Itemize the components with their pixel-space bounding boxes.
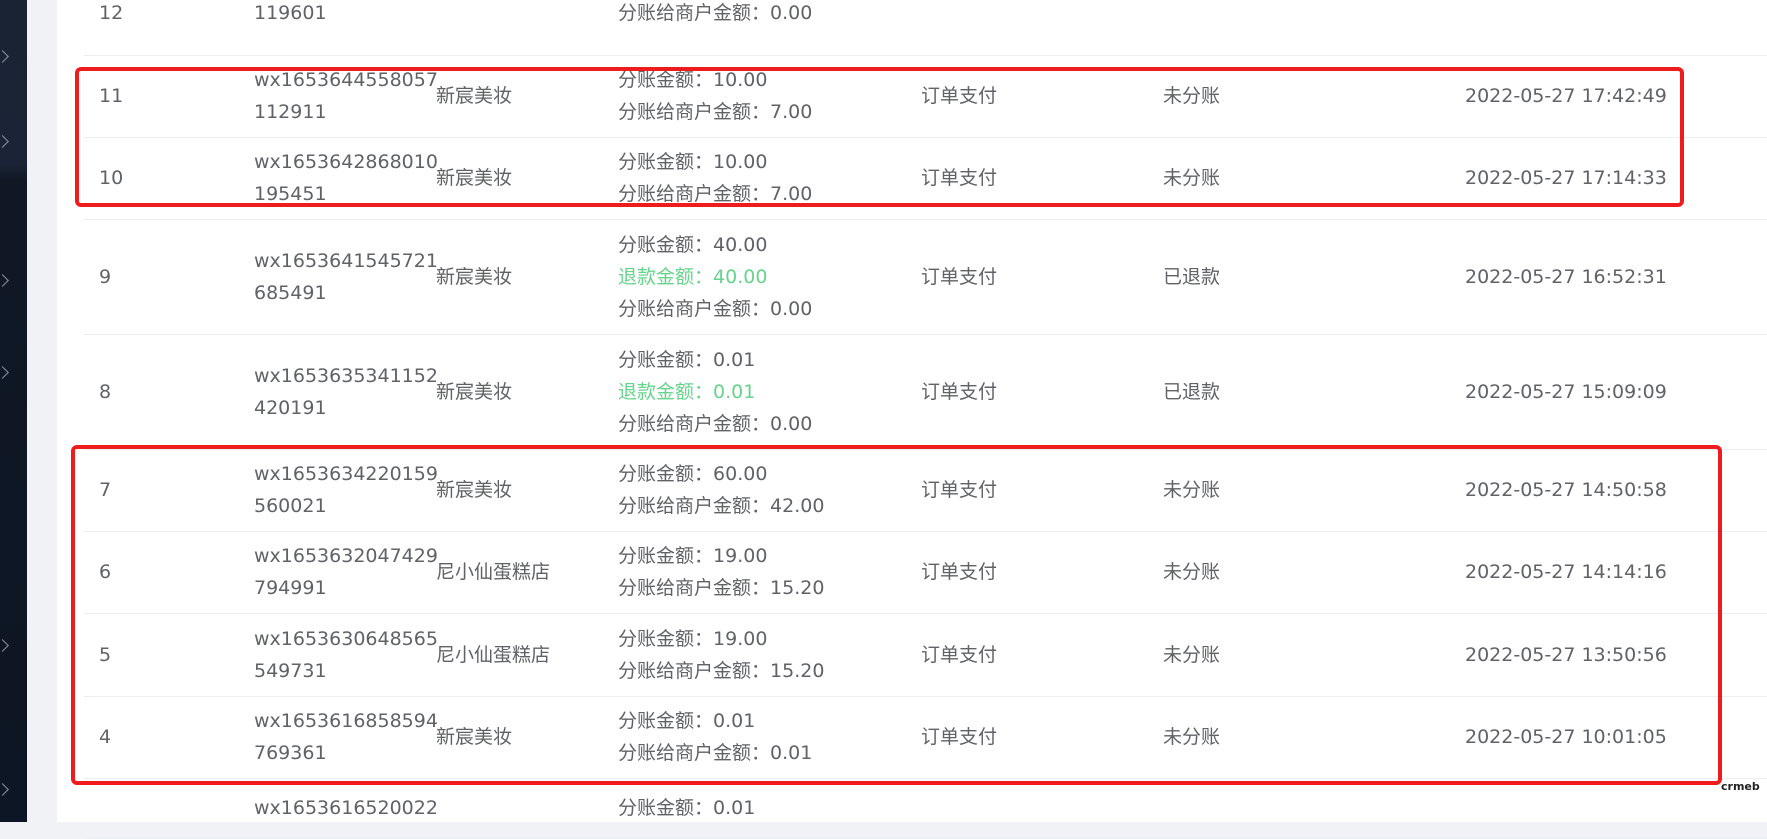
amount-value: 0.01 (713, 348, 756, 371)
split-amount: 分账给商户金额：0.00 (618, 408, 812, 440)
row-index: 9 (99, 265, 112, 288)
order-number-line: wx1653641545721 (254, 249, 438, 272)
content-gutter (27, 0, 57, 822)
amount-details: 分账金额：0.01 退款金额：0.01 分账给商户金额：0.00 (618, 334, 812, 449)
amount-value: 40.00 (713, 233, 768, 256)
highlight-box (71, 445, 1722, 785)
chevron-icon[interactable] (0, 366, 9, 379)
amount-label: 分账金额： (618, 348, 714, 371)
watermark-logo: crmeb (1721, 780, 1760, 793)
amount-label: 退款金额： (618, 265, 714, 288)
amount-label: 分账金额： (618, 797, 714, 819)
created-time: 2022-05-27 15:09:09 (1465, 380, 1667, 403)
created-time: 2022-05-27 16:52:31 (1465, 265, 1667, 288)
split-amount: 分账金额：40.00 (618, 229, 767, 261)
table-row: wx1653616520022 分账金额：0.01 (84, 778, 1767, 839)
order-number-line: 420191 (254, 396, 327, 419)
row-index: 8 (99, 380, 112, 403)
amount-details: 分账金额：40.00 退款金额：40.00 分账给商户金额：0.00 (618, 219, 812, 334)
chevron-icon[interactable] (0, 639, 9, 652)
amount-value: 40.00 (713, 265, 768, 288)
amount-label: 分账给商户金额： (618, 297, 771, 320)
amount-details: 分账给商户金额：0.00 (618, 0, 812, 55)
order-number: wx1653635341152 420191 (254, 334, 438, 449)
order-number: wx1653616520022 (254, 778, 438, 838)
chevron-icon[interactable] (0, 135, 9, 148)
highlight-box (75, 67, 1684, 207)
amount-value: 0.00 (770, 297, 813, 320)
amount-label: 分账金额： (618, 233, 714, 256)
order-number: wx1653641545721 685491 (254, 219, 438, 334)
amount-value: 0.00 (770, 1, 813, 24)
refund-amount: 退款金额：0.01 (618, 376, 755, 408)
table-row: 8 wx1653635341152 420191 新宸美妆 分账金额：0.01 退款金额：… (84, 334, 1767, 450)
payment-type: 订单支付 (921, 380, 998, 403)
amount-value: 0.01 (713, 380, 756, 403)
split-amount: 分账金额：0.01 (618, 792, 755, 824)
sidebar (0, 0, 27, 822)
merchant-name: 新宸美妆 (436, 380, 513, 403)
row-index: 12 (99, 1, 124, 24)
chevron-icon[interactable] (0, 50, 9, 63)
split-amount: 分账给商户金额：0.00 (618, 0, 812, 29)
chevron-icon[interactable] (0, 274, 9, 287)
amount-value: 0.00 (770, 412, 813, 435)
order-number-line: 119601 (254, 1, 327, 24)
order-number-line: 685491 (254, 281, 327, 304)
order-number-line: wx1653616520022 (254, 797, 438, 819)
split-status: 已退款 (1163, 380, 1221, 403)
amount-value: 0.01 (713, 797, 756, 819)
payment-type: 订单支付 (921, 265, 998, 288)
split-amount: 分账给商户金额：0.00 (618, 293, 812, 325)
amount-details: 分账金额：0.01 (618, 778, 755, 838)
amount-label: 退款金额： (618, 380, 714, 403)
table-row: 12 119601 分账给商户金额：0.00 (84, 0, 1767, 56)
split-status: 已退款 (1163, 265, 1221, 288)
order-number: 119601 (254, 0, 327, 55)
amount-label: 分账给商户金额： (618, 412, 771, 435)
split-amount: 分账金额：0.01 (618, 344, 755, 376)
refund-amount: 退款金额：40.00 (618, 261, 767, 293)
order-number-line: wx1653635341152 (254, 364, 438, 387)
merchant-name: 新宸美妆 (436, 265, 513, 288)
amount-label: 分账给商户金额： (618, 1, 771, 24)
table-row: 9 wx1653641545721 685491 新宸美妆 分账金额：40.00 退款金额… (84, 219, 1767, 335)
chevron-icon[interactable] (0, 783, 9, 796)
